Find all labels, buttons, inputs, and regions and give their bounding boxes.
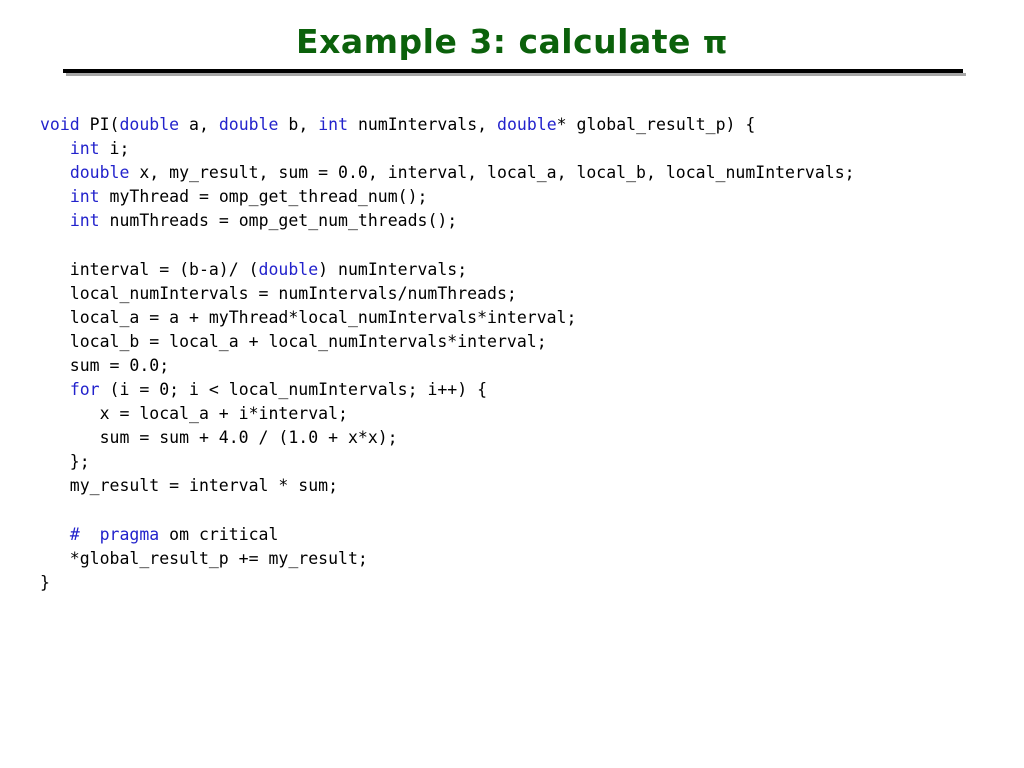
code-text: PI( xyxy=(89,115,120,134)
code-keyword: int xyxy=(69,211,100,231)
code-keyword: double xyxy=(69,163,130,183)
page-title: Example 3: calculate π xyxy=(0,22,1024,63)
code-keyword: double xyxy=(258,259,319,279)
code-text: a, xyxy=(179,115,219,134)
code-text: x = local_a + i*interval; xyxy=(40,404,348,424)
code-line: x = local_a + i*interval; xyxy=(40,402,1000,426)
code-text: om critical xyxy=(159,524,279,544)
code-line: int numThreads = omp_get_num_threads(); xyxy=(40,209,1000,233)
code-text: local_numIntervals = numIntervals/numThr… xyxy=(40,283,517,303)
code-text: local_b = local_a + local_numIntervals*i… xyxy=(40,331,547,351)
code-text: sum = 0.0; xyxy=(40,355,170,375)
code-line: int myThread = omp_get_thread_num(); xyxy=(40,185,1000,209)
code-line: local_numIntervals = numIntervals/numThr… xyxy=(40,282,1000,306)
title-divider-shadow xyxy=(66,73,966,76)
code-line: local_b = local_a + local_numIntervals*i… xyxy=(40,330,1000,354)
pi-symbol: π xyxy=(702,25,728,61)
code-text: } xyxy=(40,572,50,592)
code-text: sum = sum + 4.0 / (1.0 + x*x); xyxy=(40,428,398,448)
code-keyword: int xyxy=(69,187,100,207)
code-line: interval = (b-a)/ (double) numIntervals; xyxy=(40,258,1000,282)
code-line: sum = sum + 4.0 / (1.0 + x*x); xyxy=(40,426,1000,450)
code-text: (i = 0; i < local_numIntervals; i++) { xyxy=(99,380,488,400)
code-line: void PI(double a, double b, int numInter… xyxy=(40,113,1000,137)
code-text: local_a = a + myThread*local_numInterval… xyxy=(40,307,577,327)
code-line: int i; xyxy=(40,137,1000,161)
code-line: *global_result_p += my_result; xyxy=(40,547,1000,571)
code-keyword: for xyxy=(69,380,100,400)
code-keyword: int xyxy=(69,139,100,159)
code-line: sum = 0.0; xyxy=(40,354,1000,378)
code-line: }; xyxy=(40,450,1000,474)
code-keyword: # pragma xyxy=(69,524,160,544)
code-text: i; xyxy=(99,139,130,159)
code-text: x, my_result, sum = 0.0, interval, local… xyxy=(129,163,855,183)
code-text: }; xyxy=(40,452,90,472)
code-text: ) numIntervals; xyxy=(318,259,468,279)
code-line: local_a = a + myThread*local_numInterval… xyxy=(40,306,1000,330)
page-title-text: Example 3: calculate xyxy=(296,22,703,61)
code-text: numIntervals, xyxy=(348,115,498,134)
code-keyword: double xyxy=(497,115,557,134)
code-line: } xyxy=(40,571,1000,595)
code-text: numThreads = omp_get_num_threads(); xyxy=(99,211,458,231)
code-text: *global_result_p += my_result; xyxy=(40,548,368,568)
title-divider xyxy=(63,69,963,73)
code-text: interval = (b-a)/ ( xyxy=(40,259,259,279)
code-text: myThread = omp_get_thread_num(); xyxy=(99,187,428,207)
code-line: for (i = 0; i < local_numIntervals; i++)… xyxy=(40,378,1000,402)
code-text: * global_result_p) { xyxy=(556,115,756,134)
code-keyword: void xyxy=(40,115,90,134)
code-listing: void PI(double a, double b, int numInter… xyxy=(40,113,1000,595)
code-text: b, xyxy=(278,115,319,134)
code-line: double x, my_result, sum = 0.0, interval… xyxy=(40,161,1000,185)
code-keyword: double xyxy=(119,115,180,134)
code-line: # pragma om critical xyxy=(40,523,1000,547)
code-text: my_result = interval * sum; xyxy=(40,476,339,496)
code-keyword: int xyxy=(318,115,349,134)
code-keyword: double xyxy=(218,115,279,134)
code-line: my_result = interval * sum; xyxy=(40,474,1000,498)
